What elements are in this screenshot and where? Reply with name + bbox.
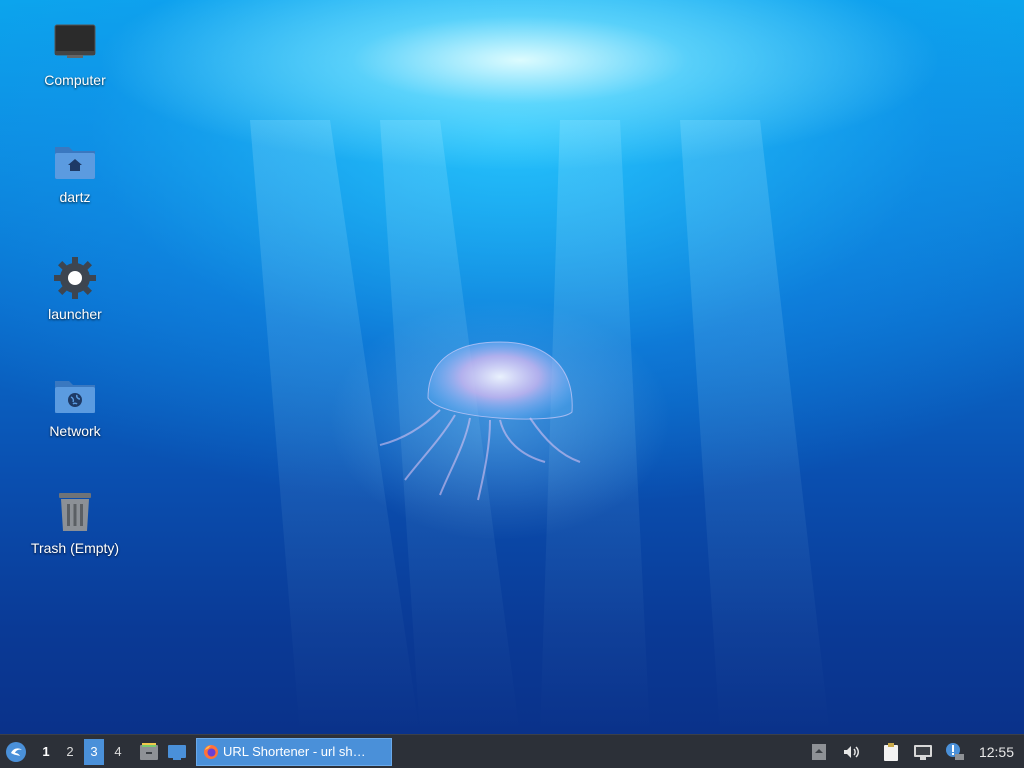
clock[interactable]: 12:55 <box>979 744 1014 760</box>
volume-button[interactable] <box>841 742 861 762</box>
volume-icon <box>843 745 859 758</box>
file-manager-launcher[interactable] <box>138 741 160 763</box>
desktop-icon-label: Network <box>49 423 101 439</box>
desktop-icon-label: Trash (Empty) <box>30 540 120 556</box>
workspace-1[interactable]: 1 <box>36 739 56 765</box>
network-button[interactable] <box>913 742 933 762</box>
system-tray: 12:55 <box>803 735 1024 768</box>
tray-arrow-button[interactable] <box>809 742 829 762</box>
desktop-icon-label: launcher <box>48 306 102 322</box>
tray-arrow-icon <box>811 743 826 760</box>
desktop-icon-home-folder[interactable]: dartz <box>20 137 130 205</box>
wallpaper <box>250 120 830 735</box>
show-desktop-button[interactable] <box>166 741 188 763</box>
desktop-icon-launcher[interactable]: launcher <box>20 254 130 322</box>
network-folder-icon <box>55 381 95 413</box>
file-manager-icon <box>140 742 158 760</box>
trash-icon <box>59 493 91 531</box>
network-wired-icon <box>913 744 932 760</box>
gear-icon <box>54 257 96 299</box>
taskbar-window-title: URL Shortener - url sh… <box>223 744 366 759</box>
clipboard-button[interactable] <box>881 742 901 762</box>
workspace-2[interactable]: 2 <box>60 739 80 765</box>
home-folder-icon <box>55 147 95 179</box>
desktop-icon-label: dartz <box>59 189 91 205</box>
desktop-icon-trash[interactable]: Trash (Empty) <box>20 488 130 556</box>
workspace-3[interactable]: 3 <box>84 738 104 765</box>
workspace-4[interactable]: 4 <box>108 739 128 765</box>
computer-icon <box>54 24 96 58</box>
desktop-icon-network[interactable]: Network <box>20 371 130 439</box>
desktop-icon-computer[interactable]: Computer <box>20 20 130 88</box>
notification-button[interactable] <box>945 742 965 762</box>
firefox-icon <box>204 744 218 759</box>
taskbar-window-button[interactable]: URL Shortener - url sh… <box>196 737 392 766</box>
clipboard-icon <box>883 742 898 761</box>
taskbar: 1 2 3 4 URL Shortener - url sh… 12:55 <box>0 734 1024 768</box>
distro-menu-button[interactable] <box>0 735 32 768</box>
notification-icon <box>945 742 964 760</box>
distro-menu-icon <box>6 741 26 762</box>
desktop-icon-label: Computer <box>44 72 106 88</box>
show-desktop-icon <box>168 744 186 760</box>
